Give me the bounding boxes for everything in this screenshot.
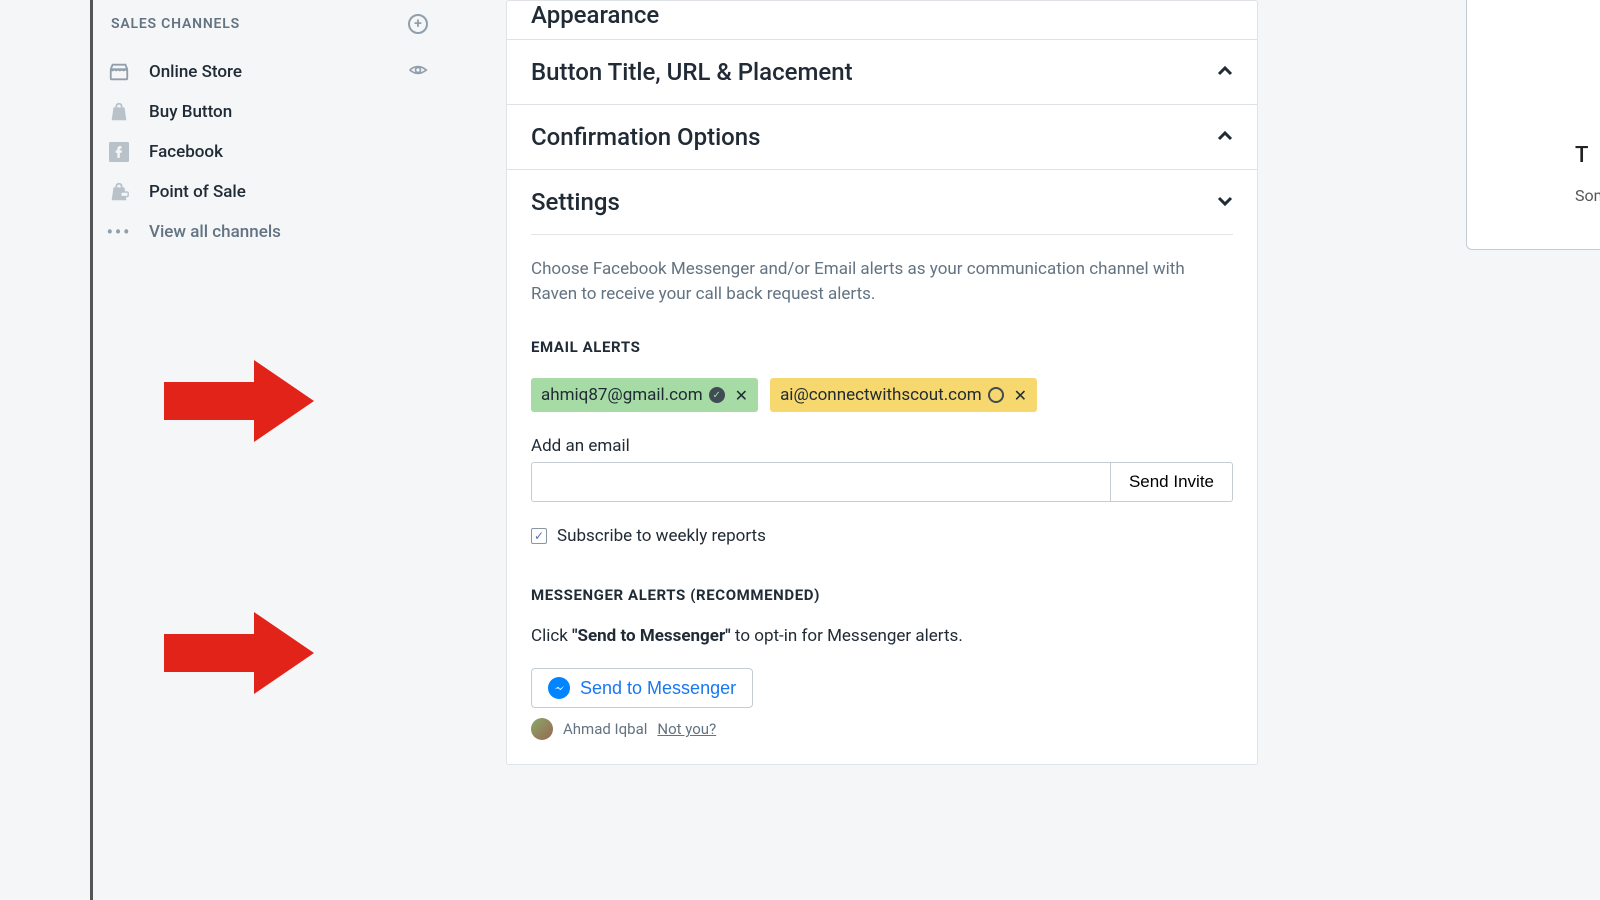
- settings-card: Appearance Button Title, URL & Placement…: [506, 0, 1258, 765]
- section-confirmation[interactable]: Confirmation Options: [507, 105, 1257, 170]
- divider: [531, 234, 1233, 235]
- ellipsis-icon: •••: [107, 220, 131, 244]
- sidebar-item-label: View all channels: [149, 222, 281, 242]
- send-to-messenger-button[interactable]: Send to Messenger: [531, 668, 753, 708]
- avatar: [531, 718, 553, 740]
- store-icon: [107, 60, 131, 84]
- sidebar-item-view-all[interactable]: ••• View all channels: [107, 212, 446, 252]
- settings-body: Choose Facebook Messenger and/or Email a…: [507, 234, 1257, 764]
- messenger-instruction: Click "Send to Messenger" to opt-in for …: [531, 626, 1233, 646]
- messenger-user-row: Ahmad Iqbal Not you?: [531, 718, 1233, 740]
- sidebar-item-label: Buy Button: [149, 102, 232, 122]
- messenger-instr-pre: Click: [531, 626, 572, 646]
- email-alerts-heading: EMAIL ALERTS: [531, 338, 1233, 356]
- email-chip-pending: ai@connectwithscout.com ✕: [770, 378, 1037, 412]
- messenger-alerts-heading: MESSENGER ALERTS (RECOMMENDED): [531, 586, 1233, 604]
- section-title: Confirmation Options: [531, 123, 761, 151]
- add-channel-icon[interactable]: +: [408, 14, 428, 34]
- sidebar-item-label: Online Store: [149, 62, 242, 82]
- sidebar-item-label: Facebook: [149, 142, 223, 162]
- bag-icon: [107, 100, 131, 124]
- subscribe-checkbox[interactable]: ✓: [531, 528, 547, 544]
- facebook-icon: [107, 140, 131, 164]
- sidebar-item-label: Point of Sale: [149, 182, 246, 202]
- section-appearance[interactable]: Appearance: [507, 1, 1257, 40]
- pos-icon: [107, 180, 131, 204]
- messenger-instr-bold: "Send to Messenger": [572, 626, 731, 646]
- eye-icon[interactable]: [408, 60, 428, 85]
- chevron-up-icon: [1217, 128, 1233, 147]
- not-you-link[interactable]: Not you?: [657, 720, 716, 738]
- email-chip-address: ahmiq87@gmail.com: [541, 385, 703, 405]
- sidebar: SALES CHANNELS + Online Store: [90, 0, 446, 900]
- section-title: Button Title, URL & Placement: [531, 58, 853, 86]
- remove-email-icon[interactable]: ✕: [735, 386, 748, 405]
- sidebar-header: SALES CHANNELS +: [107, 10, 446, 52]
- pending-icon: [988, 387, 1004, 403]
- chevron-up-icon: [1217, 63, 1233, 82]
- sidebar-header-title: SALES CHANNELS: [111, 16, 240, 32]
- add-email-label: Add an email: [531, 436, 1233, 456]
- right-side-panel: T Som: [1466, 0, 1600, 250]
- add-email-row: Send Invite: [531, 462, 1233, 502]
- remove-email-icon[interactable]: ✕: [1014, 386, 1027, 405]
- sidebar-item-pos[interactable]: Point of Sale: [107, 172, 446, 212]
- email-chip-verified: ahmiq87@gmail.com ✓ ✕: [531, 378, 758, 412]
- sidebar-item-facebook[interactable]: Facebook: [107, 132, 446, 172]
- subscribe-label: Subscribe to weekly reports: [557, 526, 766, 546]
- right-panel-line2: Som: [1575, 186, 1600, 205]
- email-chip-address: ai@connectwithscout.com: [780, 385, 982, 405]
- messenger-instr-post: to opt-in for Messenger alerts.: [731, 626, 963, 646]
- user-name: Ahmad Iqbal: [563, 720, 647, 738]
- subscribe-row[interactable]: ✓ Subscribe to weekly reports: [531, 526, 1233, 546]
- messenger-button-label: Send to Messenger: [580, 678, 736, 699]
- verified-icon: ✓: [709, 387, 725, 403]
- right-panel-line1: T: [1575, 143, 1600, 168]
- chevron-down-icon: [1217, 193, 1233, 212]
- sidebar-item-online-store[interactable]: Online Store: [107, 52, 446, 92]
- email-chips: ahmiq87@gmail.com ✓ ✕ ai@connectwithscou…: [531, 378, 1233, 412]
- settings-description: Choose Facebook Messenger and/or Email a…: [531, 257, 1233, 306]
- section-settings[interactable]: Settings: [507, 170, 1257, 234]
- email-input[interactable]: [531, 462, 1111, 502]
- send-invite-button[interactable]: Send Invite: [1111, 462, 1233, 502]
- section-title: Settings: [531, 188, 620, 216]
- sidebar-item-buy-button[interactable]: Buy Button: [107, 92, 446, 132]
- main-content: Appearance Button Title, URL & Placement…: [446, 0, 1600, 900]
- section-button-title[interactable]: Button Title, URL & Placement: [507, 40, 1257, 105]
- messenger-icon: [548, 677, 570, 699]
- section-title: Appearance: [531, 1, 659, 29]
